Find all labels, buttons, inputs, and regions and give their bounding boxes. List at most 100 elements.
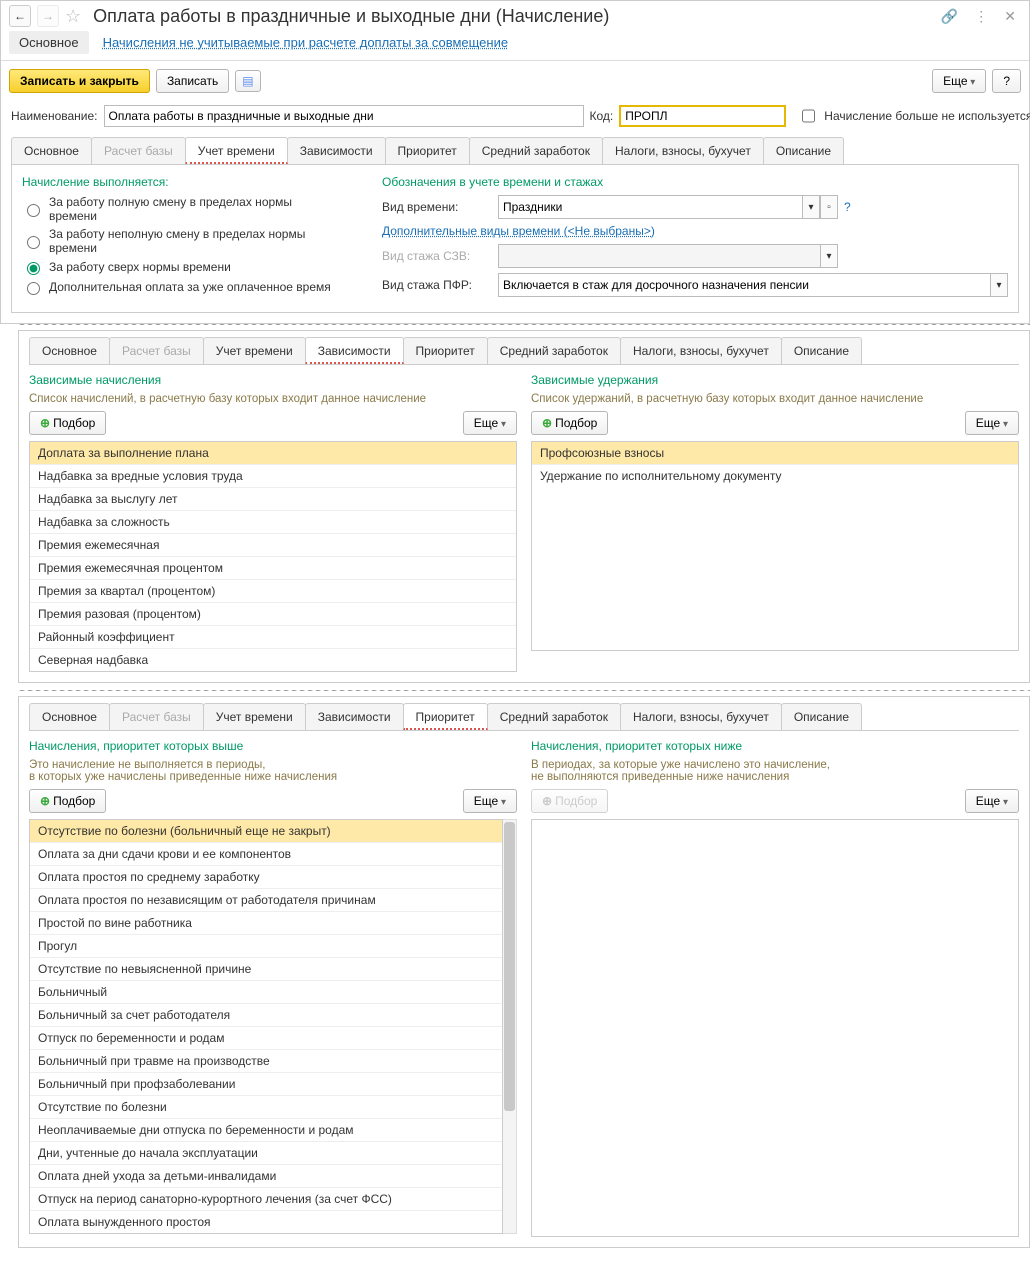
list-item[interactable]: Больничный при профзаболевании: [30, 1073, 502, 1096]
tab-base[interactable]: Расчет базы: [109, 337, 204, 364]
link-icon[interactable]: 🔗: [936, 6, 963, 27]
list-item[interactable]: Оплата простоя по независящим от работод…: [30, 889, 502, 912]
list-item[interactable]: Отпуск на период санаторно-курортного ле…: [30, 1188, 502, 1211]
list-item[interactable]: Оплата вынужденного простоя: [30, 1211, 502, 1233]
tab-avg[interactable]: Средний заработок: [487, 703, 621, 730]
radio-extra-pay[interactable]: [27, 282, 40, 295]
list-item[interactable]: Отпуск по беременности и родам: [30, 1027, 502, 1050]
dropdown-icon[interactable]: ▾: [802, 195, 820, 219]
pick-button[interactable]: ⊕Подбор: [29, 789, 106, 813]
dropdown-icon[interactable]: ▾: [820, 244, 838, 268]
kebab-icon[interactable]: ⋮: [969, 6, 993, 27]
time-type-input[interactable]: [498, 195, 802, 219]
tab-prio[interactable]: Приоритет: [403, 337, 488, 364]
tab-deps[interactable]: Зависимости: [305, 337, 404, 364]
pick-button[interactable]: ⊕Подбор: [531, 411, 608, 435]
pfr-input[interactable]: [498, 273, 990, 297]
tab-time[interactable]: Учет времени: [203, 703, 306, 730]
list-item[interactable]: Надбавка за сложность: [30, 511, 516, 534]
tab-time[interactable]: Учет времени: [185, 137, 288, 164]
list-item[interactable]: Премия ежемесячная процентом: [30, 557, 516, 580]
list-item[interactable]: Больничный при травме на производстве: [30, 1050, 502, 1073]
favorite-star-icon[interactable]: ☆: [65, 6, 81, 27]
extra-time-types-link[interactable]: Дополнительные виды времени (<Не выбраны…: [382, 224, 655, 238]
list-item[interactable]: Оплата простоя по среднему заработку: [30, 866, 502, 889]
list-item[interactable]: Больничный за счет работодателя: [30, 1004, 502, 1027]
tab-deps[interactable]: Зависимости: [305, 703, 404, 730]
list-item[interactable]: Премия разовая (процентом): [30, 603, 516, 626]
close-icon[interactable]: ✕: [999, 6, 1021, 27]
list-item[interactable]: Простой по вине работника: [30, 912, 502, 935]
more-button[interactable]: Еще: [932, 69, 986, 93]
tab-tax[interactable]: Налоги, взносы, бухучет: [620, 703, 782, 730]
list-item[interactable]: Северная надбавка: [30, 649, 516, 671]
more-button[interactable]: Еще: [463, 411, 517, 435]
forward-button[interactable]: →: [37, 5, 59, 27]
not-used-checkbox[interactable]: [802, 109, 815, 123]
list-item[interactable]: Удержание по исполнительному документу: [532, 465, 1018, 487]
tab-tax[interactable]: Налоги, взносы, бухучет: [620, 337, 782, 364]
list-item[interactable]: Надбавка за вредные условия труда: [30, 465, 516, 488]
list-item[interactable]: Оплата за дни сдачи крови и ее компонент…: [30, 843, 502, 866]
list-item[interactable]: Районный коэффициент: [30, 626, 516, 649]
code-input[interactable]: [619, 105, 786, 127]
tab-desc[interactable]: Описание: [781, 703, 862, 730]
tab-base[interactable]: Расчет базы: [109, 703, 204, 730]
help-icon[interactable]: ?: [844, 200, 851, 214]
help-button[interactable]: ?: [992, 69, 1021, 93]
list-item[interactable]: Дни, учтенные до начала эксплуатации: [30, 1142, 502, 1165]
time-type-label: Вид времени:: [382, 200, 492, 214]
deps-right-hint: Список удержаний, в расчетную базу котор…: [531, 393, 1019, 405]
report-icon-button[interactable]: ▤: [235, 70, 260, 92]
torn-edge-bottom: [18, 1248, 1030, 1255]
tab-avg[interactable]: Средний заработок: [487, 337, 621, 364]
pick-button[interactable]: ⊕Подбор: [29, 411, 106, 435]
save-and-close-button[interactable]: Записать и закрыть: [9, 69, 150, 93]
tab-main[interactable]: Основное: [29, 703, 110, 730]
list-item[interactable]: Оплата дней ухода за детьми-инвалидами: [30, 1165, 502, 1188]
deps-left-title: Зависимые начисления: [29, 373, 517, 387]
radio-full-shift[interactable]: [27, 204, 40, 217]
subnav-link[interactable]: Начисления не учитываемые при расчете до…: [103, 31, 509, 54]
tab-time[interactable]: Учет времени: [203, 337, 306, 364]
deps-left-list[interactable]: Доплата за выполнение планаНадбавка за в…: [29, 441, 517, 672]
prio-left-hint: Это начисление не выполняется в периоды,…: [29, 759, 517, 783]
list-item[interactable]: Отсутствие по болезни (больничный еще не…: [30, 820, 502, 843]
list-item[interactable]: Отсутствие по невыясненной причине: [30, 958, 502, 981]
prio-right-list[interactable]: [531, 819, 1019, 1237]
list-item[interactable]: Прогул: [30, 935, 502, 958]
list-item[interactable]: Надбавка за выслугу лет: [30, 488, 516, 511]
save-button[interactable]: Записать: [156, 69, 229, 93]
list-item[interactable]: Отсутствие по болезни: [30, 1096, 502, 1119]
tab-desc[interactable]: Описание: [763, 137, 844, 164]
scrollbar[interactable]: [503, 819, 517, 1234]
more-button[interactable]: Еще: [965, 789, 1019, 813]
tab-tax[interactable]: Налоги, взносы, бухучет: [602, 137, 764, 164]
tab-avg[interactable]: Средний заработок: [469, 137, 603, 164]
list-item[interactable]: Неоплачиваемые дни отпуска по беременнос…: [30, 1119, 502, 1142]
deps-right-list[interactable]: Профсоюзные взносыУдержание по исполните…: [531, 441, 1019, 651]
more-button[interactable]: Еще: [965, 411, 1019, 435]
list-item[interactable]: Премия за квартал (процентом): [30, 580, 516, 603]
tab-deps[interactable]: Зависимости: [287, 137, 386, 164]
radio-over-norm[interactable]: [27, 262, 40, 275]
tab-base[interactable]: Расчет базы: [91, 137, 186, 164]
tab-desc[interactable]: Описание: [781, 337, 862, 364]
name-input[interactable]: [104, 105, 584, 127]
radio-partial-shift[interactable]: [27, 236, 40, 249]
tab-main[interactable]: Основное: [29, 337, 110, 364]
name-label: Наименование:: [11, 109, 98, 123]
open-icon[interactable]: ▫: [820, 195, 838, 219]
list-item[interactable]: Премия ежемесячная: [30, 534, 516, 557]
prio-left-list[interactable]: Отсутствие по болезни (больничный еще не…: [29, 819, 503, 1234]
subnav-main[interactable]: Основное: [9, 31, 89, 54]
list-item[interactable]: Доплата за выполнение плана: [30, 442, 516, 465]
more-button[interactable]: Еще: [463, 789, 517, 813]
tab-main[interactable]: Основное: [11, 137, 92, 164]
list-item[interactable]: Профсоюзные взносы: [532, 442, 1018, 465]
tab-prio[interactable]: Приоритет: [403, 703, 488, 730]
dropdown-icon[interactable]: ▾: [990, 273, 1008, 297]
list-item[interactable]: Больничный: [30, 981, 502, 1004]
back-button[interactable]: ←: [9, 5, 31, 27]
tab-prio[interactable]: Приоритет: [385, 137, 470, 164]
